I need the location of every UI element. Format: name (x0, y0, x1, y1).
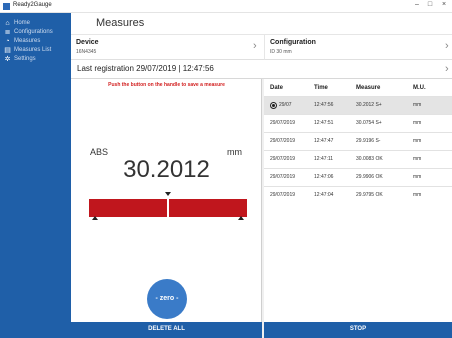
selected-radio-icon (270, 102, 277, 109)
last-registration-bar[interactable]: Last registration 29/07/2019 | 12:47:56 … (71, 60, 452, 79)
sidebar-item-measures-list[interactable]: ▤ Measures List (0, 46, 71, 55)
column-header-mu: M.U. (413, 85, 426, 91)
window-title: Ready2Gauge (13, 2, 52, 8)
gauge-bar-lower (89, 199, 167, 217)
cell-mu: mm (413, 138, 422, 144)
configurations-icon: ≣ (4, 29, 11, 36)
measures-icon: ◔ (5, 38, 10, 45)
sidebar-item-settings[interactable]: ✲ Settings (0, 55, 71, 64)
sidebar-item-measures[interactable]: ◔ Measures (0, 37, 71, 46)
delete-all-button[interactable]: DELETE ALL (71, 322, 262, 338)
home-icon: ⌂ (5, 20, 10, 27)
cell-mu: mm (413, 174, 422, 180)
measure-value: 30.2012 (123, 156, 210, 183)
app-logo-icon (3, 3, 10, 10)
chevron-right-icon: › (253, 40, 257, 52)
minimize-button[interactable]: – (411, 1, 423, 8)
cell-mu: mm (413, 102, 422, 108)
delete-all-label: DELETE ALL (148, 326, 185, 332)
lower-limit-marker-icon (92, 216, 98, 220)
gauge-bar-upper (169, 199, 247, 217)
tolerance-gauge (89, 199, 247, 219)
cell-measure: 29.9196 S- (356, 138, 381, 144)
cell-date: 29/07 (279, 102, 292, 108)
sidebar-item-label: Configurations (14, 29, 53, 35)
cell-mu: mm (413, 120, 422, 126)
cell-date: 29/07/2019 (270, 192, 296, 198)
table-row[interactable]: 29/07/2019 12:47:04 29.9795 OK mm (264, 186, 452, 204)
sidebar-item-configurations[interactable]: ≣ Configurations (0, 28, 71, 37)
cell-date: 29/07/2019 (270, 174, 296, 180)
chevron-right-icon: › (445, 40, 449, 52)
close-button[interactable]: × (438, 1, 450, 8)
gauge-pointer-icon (165, 192, 171, 196)
page-header: Measures (71, 13, 452, 35)
cell-mu: mm (413, 192, 422, 198)
table-row[interactable]: 29/07/2019 12:47:51 30.0754 S+ mm (264, 114, 452, 132)
cell-measure: 30.2012 S+ (356, 102, 382, 108)
cell-measure: 29.9795 OK (356, 192, 383, 198)
zero-button[interactable]: - zero - (147, 279, 187, 319)
maximize-button[interactable]: □ (424, 1, 436, 8)
page-title: Measures (96, 17, 145, 29)
cell-time: 12:47:11 (314, 156, 334, 162)
last-registration-text: Last registration 29/07/2019 | 12:47:56 (77, 64, 214, 73)
configuration-card[interactable]: Configuration ID 30 mm › (265, 35, 452, 60)
sidebar-item-label: Home (14, 20, 31, 26)
sidebar-item-label: Measures List (14, 47, 52, 53)
table-row[interactable]: 29/07/2019 12:47:47 29.9196 S- mm (264, 132, 452, 150)
list-icon: ▤ (4, 47, 11, 54)
table-row[interactable]: 29/07 12:47:56 30.2012 S+ mm (264, 96, 452, 114)
sidebar-item-home[interactable]: ⌂ Home (0, 19, 71, 28)
stop-button[interactable]: STOP (264, 322, 452, 338)
upper-limit-marker-icon (238, 216, 244, 220)
cell-measure: 29.9906 OK (356, 174, 383, 180)
chevron-right-icon: › (445, 63, 449, 75)
cell-time: 12:47:47 (314, 138, 334, 144)
table-row[interactable]: 29/07/2019 12:47:06 29.9906 OK mm (264, 168, 452, 186)
column-header-time: Time (314, 85, 328, 91)
sidebar: ⌂ Home ≣ Configurations ◔ Measures ▤ Mea… (0, 13, 71, 338)
gauge-center-line (167, 199, 169, 219)
cell-time: 12:47:04 (314, 192, 334, 198)
instruction-message: Push the button on the handle to save a … (108, 82, 225, 88)
cell-date: 29/07/2019 (270, 120, 296, 126)
cell-time: 12:47:51 (314, 120, 334, 126)
cell-mu: mm (413, 156, 422, 162)
configuration-title: Configuration (270, 39, 316, 46)
measurement-panel: Push the button on the handle to save a … (71, 79, 262, 322)
device-card[interactable]: Device 16N4345 › (71, 35, 265, 60)
cell-measure: 30.0083 OK (356, 156, 383, 162)
column-header-measure: Measure (356, 85, 381, 91)
device-title: Device (76, 39, 99, 46)
device-serial: 16N4345 (76, 49, 97, 55)
column-header-date: Date (270, 85, 284, 91)
stop-label: STOP (349, 326, 367, 332)
cell-date: 29/07/2019 (270, 156, 296, 162)
cell-time: 12:47:06 (314, 174, 334, 180)
cell-measure: 30.0754 S+ (356, 120, 382, 126)
configuration-value: ID 30 mm (270, 49, 292, 55)
sidebar-item-label: Settings (14, 56, 36, 62)
cell-time: 12:47:56 (314, 102, 334, 108)
table-row[interactable]: 29/07/2019 12:47:11 30.0083 OK mm (264, 150, 452, 168)
measures-table: Date Time Measure M.U. 29/07 12:47:56 30… (264, 79, 452, 322)
sidebar-item-label: Measures (14, 38, 41, 44)
gear-icon: ✲ (4, 56, 11, 63)
cell-date: 29/07/2019 (270, 138, 296, 144)
window-title-bar: Ready2Gauge – □ × (0, 0, 452, 13)
